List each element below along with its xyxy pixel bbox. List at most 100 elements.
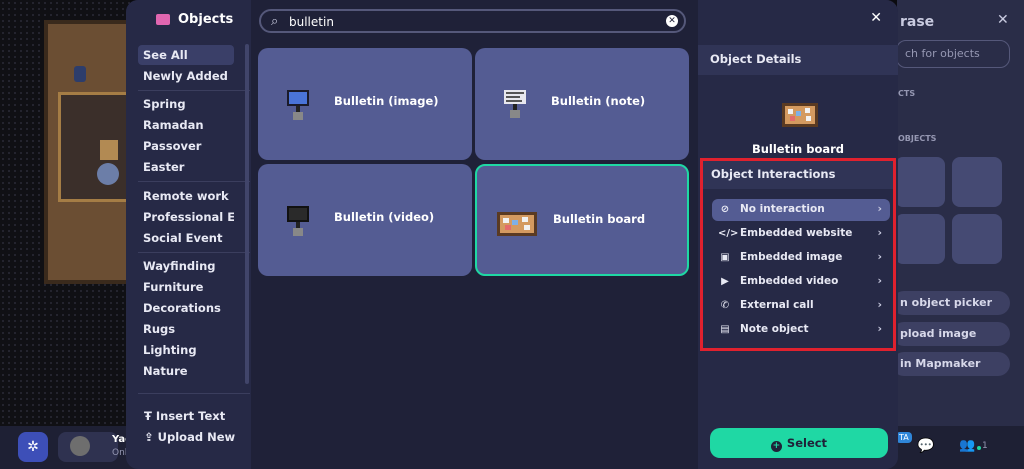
map-sofa: [100, 140, 118, 160]
search-icon: ⌕: [271, 14, 279, 29]
background-object-thumb[interactable]: [895, 214, 945, 264]
plus-icon: +: [770, 441, 782, 452]
online-dot: [977, 446, 981, 450]
beta-badge: TA: [896, 432, 912, 443]
object-interactions-header: Object Interactions: [703, 161, 893, 189]
background-object-thumb[interactable]: [952, 214, 1002, 264]
sidebar-item-see-all[interactable]: See All: [138, 45, 234, 65]
sofa-icon: [156, 14, 170, 25]
sidebar-item-ramadan[interactable]: Ramadan: [138, 115, 234, 135]
object-picker-modal: Objects See All Newly Added Spring Ramad…: [126, 0, 898, 469]
sidebar-divider: [138, 252, 250, 253]
bulletin-image-icon: [287, 90, 309, 120]
chevron-right-icon: ›: [877, 202, 882, 215]
code-icon: </>: [718, 228, 739, 239]
clear-icon[interactable]: ✕: [666, 15, 678, 27]
search-input[interactable]: [289, 13, 649, 31]
interaction-no-interaction[interactable]: ⊘ No interaction ›: [712, 199, 890, 221]
interaction-external-call[interactable]: ✆ External call ›: [712, 295, 890, 317]
background-close-icon[interactable]: ✕: [997, 12, 1009, 28]
map-lamp: [74, 66, 86, 82]
result-card-label: Bulletin board: [553, 212, 646, 226]
sidebar-item-furniture[interactable]: Furniture: [138, 277, 234, 297]
text-icon: Ŧ: [144, 409, 152, 423]
sidebar-item-nature[interactable]: Nature: [138, 361, 234, 381]
avatar: [70, 436, 90, 456]
interaction-note-object[interactable]: ▤ Note object ›: [712, 319, 890, 341]
sidebar-item-spring[interactable]: Spring: [138, 94, 234, 114]
sidebar-item-easter[interactable]: Easter: [138, 157, 234, 177]
result-card[interactable]: Bulletin (note): [475, 48, 689, 160]
interaction-label: Note object: [740, 323, 809, 335]
object-details-panel: ✕ Object Details Bulletin board Object I…: [698, 0, 898, 469]
image-icon: ▣: [720, 252, 730, 263]
background-object-picker-button[interactable]: n object picker: [892, 291, 1010, 315]
object-interactions-section: Object Interactions ⊘ No interaction › </…: [700, 158, 896, 351]
sidebar-item-newly-added[interactable]: Newly Added: [138, 66, 234, 86]
upload-icon: ⇪: [144, 430, 154, 444]
background-section-label: CTS: [898, 89, 916, 98]
interaction-label: Embedded image: [740, 251, 843, 263]
app-logo-icon[interactable]: ✲: [18, 432, 48, 462]
user-status: Onl: [112, 448, 128, 458]
sidebar-item-social-event[interactable]: Social Event: [138, 228, 234, 248]
background-search-input[interactable]: ch for objects: [896, 40, 1010, 68]
close-icon[interactable]: ✕: [870, 10, 882, 26]
sidebar-item-rugs[interactable]: Rugs: [138, 319, 234, 339]
result-card[interactable]: Bulletin (video): [258, 164, 472, 276]
background-mapmaker-button[interactable]: in Mapmaker: [892, 352, 1010, 376]
background-object-thumb[interactable]: [895, 157, 945, 207]
sidebar-item-lighting[interactable]: Lighting: [138, 340, 234, 360]
interaction-embedded-video[interactable]: ▶ Embedded video ›: [712, 271, 890, 293]
background-panel-title: rase: [900, 14, 935, 30]
chat-icon[interactable]: 💬: [917, 438, 934, 454]
interaction-embedded-website[interactable]: </> Embedded website ›: [712, 223, 890, 245]
result-card-label: Bulletin (note): [551, 94, 646, 108]
select-button-label: Select: [786, 436, 828, 450]
interaction-label: External call: [740, 299, 814, 311]
chevron-right-icon: ›: [877, 226, 882, 239]
chevron-right-icon: ›: [877, 322, 882, 335]
chevron-right-icon: ›: [877, 250, 882, 263]
object-details-header: Object Details: [698, 45, 898, 75]
people-icon[interactable]: 👥: [959, 438, 975, 453]
play-icon: ▶: [721, 276, 729, 287]
sidebar-divider: [138, 393, 250, 394]
people-count: 1: [982, 441, 988, 451]
sidebar-item-remote-work[interactable]: Remote work: [138, 186, 234, 206]
results-panel: ⌕ ✕ Bulletin (image) Bull: [251, 0, 698, 469]
result-card-label: Bulletin (video): [334, 210, 435, 224]
map-carpet: [58, 92, 130, 202]
select-button[interactable]: + Select: [710, 428, 888, 458]
insert-text-button[interactable]: Ŧ Insert Text: [144, 409, 225, 423]
result-card[interactable]: Bulletin (image): [258, 48, 472, 160]
interaction-label: Embedded website: [740, 227, 853, 239]
upload-new-label: Upload New: [157, 430, 236, 444]
map-table: [97, 163, 119, 185]
interaction-label: Embedded video: [740, 275, 839, 287]
bulletin-video-icon: [287, 206, 309, 236]
sidebar-divider: [138, 181, 250, 182]
phone-icon: ✆: [720, 300, 730, 311]
sidebar-divider: [138, 90, 250, 91]
sidebar-item-professional-event[interactable]: Professional Ev...: [138, 207, 234, 227]
map-canvas[interactable]: [0, 0, 130, 469]
insert-text-label: Insert Text: [155, 409, 226, 423]
bulletin-note-icon: [504, 90, 526, 118]
search-bar[interactable]: ⌕ ✕: [259, 9, 686, 33]
background-object-thumb[interactable]: [952, 157, 1002, 207]
sidebar-item-wayfinding[interactable]: Wayfinding: [138, 256, 234, 276]
sidebar-item-decorations[interactable]: Decorations: [138, 298, 234, 318]
sidebar-item-passover[interactable]: Passover: [138, 136, 234, 156]
upload-new-button[interactable]: ⇪ Upload New: [144, 430, 235, 444]
sidebar-scrollbar[interactable]: [245, 44, 249, 384]
background-section-label: OBJECTS: [898, 134, 937, 143]
background-upload-image-button[interactable]: pload image: [892, 322, 1010, 346]
sidebar-title: Objects: [178, 12, 234, 27]
chevron-right-icon: ›: [877, 298, 882, 311]
object-name: Bulletin board: [751, 142, 845, 156]
result-card-selected[interactable]: Bulletin board: [475, 164, 689, 276]
interaction-embedded-image[interactable]: ▣ Embedded image ›: [712, 247, 890, 269]
person-off-icon: ⊘: [720, 204, 730, 215]
note-icon: ▤: [720, 324, 730, 335]
